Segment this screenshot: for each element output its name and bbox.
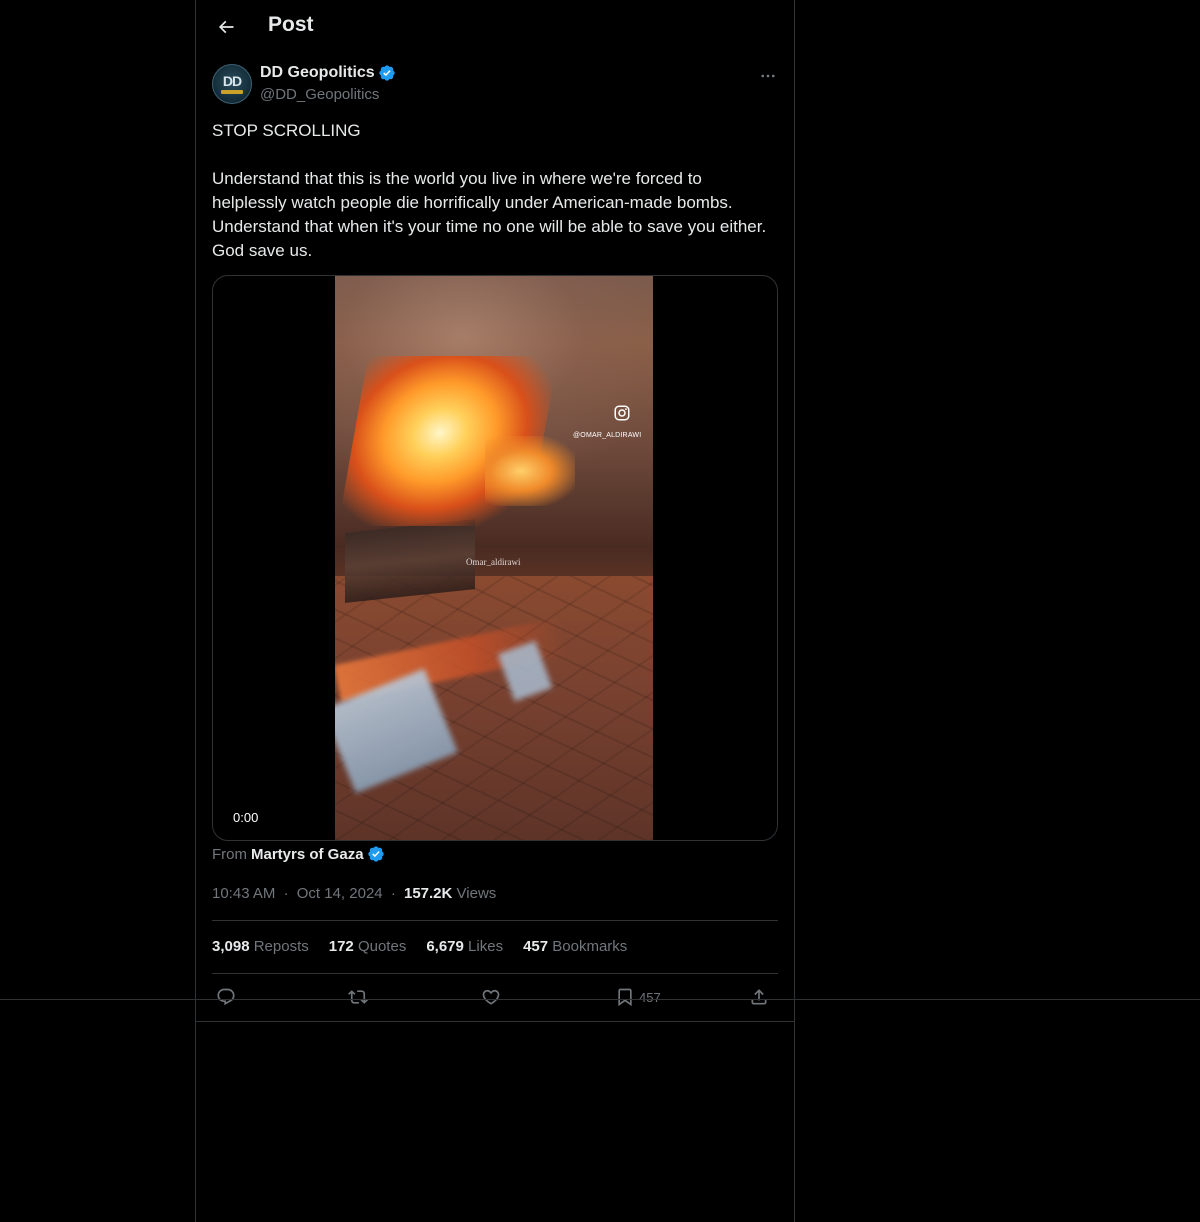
like-icon bbox=[482, 989, 500, 1005]
arrow-left-icon bbox=[218, 20, 234, 34]
bookmarks-label: Bookmarks bbox=[552, 938, 628, 955]
instagram-handle-overlay: @OMAR_ALDIRAWI bbox=[573, 432, 642, 439]
bookmark-count: 457 bbox=[639, 989, 661, 1005]
video-fire-secondary bbox=[485, 436, 575, 506]
video-timestamp: 0:00 bbox=[233, 810, 259, 825]
bookmarks-stat[interactable]: 457 Bookmarks bbox=[523, 938, 627, 955]
author-display-name[interactable]: DD Geopolitics bbox=[260, 64, 375, 82]
verified-badge-icon bbox=[379, 65, 395, 81]
reposts-stat[interactable]: 3,098 Reposts bbox=[212, 938, 309, 955]
video-frame[interactable]: @OMAR_ALDIRAWI Omar_aldirawi bbox=[335, 276, 653, 840]
post-text: STOP SCROLLING Understand that this is t… bbox=[212, 121, 767, 260]
bookmarks-count: 457 bbox=[523, 938, 549, 955]
views-label: Views bbox=[456, 885, 497, 902]
video-watermark: Omar_aldirawi bbox=[466, 557, 521, 567]
repost-icon bbox=[348, 990, 368, 1004]
post-stats: 3,098 Reposts 172 Quotes 6,679 Likes 457… bbox=[212, 938, 647, 955]
verified-badge-icon bbox=[367, 846, 384, 862]
instagram-icon bbox=[614, 405, 630, 421]
post-bottom-border bbox=[196, 1021, 794, 1022]
likes-count: 6,679 bbox=[426, 938, 464, 955]
video-player[interactable]: @OMAR_ALDIRAWI Omar_aldirawi 0:00 bbox=[212, 275, 778, 841]
quotes-stat[interactable]: 172 Quotes bbox=[329, 938, 407, 955]
post-time[interactable]: 10:43 AM bbox=[212, 885, 275, 902]
likes-label: Likes bbox=[468, 938, 504, 955]
avatar[interactable]: DD bbox=[212, 64, 252, 104]
quotes-count: 172 bbox=[328, 938, 354, 955]
more-options-button[interactable] bbox=[756, 64, 780, 88]
author-name-row[interactable]: DD Geopolitics bbox=[260, 64, 396, 82]
primary-column: Post DD DD Geopolitics @DD_Geopolitics S… bbox=[195, 0, 795, 1222]
more-icon bbox=[761, 74, 775, 78]
meta-separator: · bbox=[390, 885, 396, 902]
avatar-logo-text: DD bbox=[222, 73, 242, 89]
video-structure bbox=[345, 519, 475, 603]
divider bbox=[212, 973, 778, 974]
post-meta: 10:43 AM · Oct 14, 2024 · 157.2K Views bbox=[212, 885, 496, 902]
reposts-count: 3,098 bbox=[212, 938, 250, 955]
post-date[interactable]: Oct 14, 2024 bbox=[297, 885, 383, 902]
reply-icon bbox=[217, 988, 235, 1006]
quotes-label: Quotes bbox=[357, 938, 407, 955]
source-prefix: From bbox=[212, 845, 247, 863]
back-button[interactable] bbox=[208, 9, 244, 45]
divider bbox=[212, 920, 778, 921]
share-button[interactable] bbox=[749, 985, 769, 1009]
page-title: Post bbox=[268, 13, 314, 36]
page-header: Post bbox=[196, 0, 794, 54]
likes-stat[interactable]: 6,679 Likes bbox=[426, 938, 503, 955]
source-attribution: From Martyrs of Gaza bbox=[212, 845, 385, 863]
bookmark-button[interactable]: 457 bbox=[615, 985, 661, 1009]
meta-separator: · bbox=[283, 885, 289, 902]
reposts-label: Reposts bbox=[253, 938, 309, 955]
like-button[interactable] bbox=[481, 985, 501, 1009]
author-handle[interactable]: @DD_Geopolitics bbox=[260, 86, 379, 103]
avatar-logo-bar bbox=[221, 90, 243, 94]
bookmark-icon bbox=[618, 988, 632, 1007]
reply-button[interactable] bbox=[216, 985, 236, 1009]
action-bar: 457 bbox=[212, 985, 778, 1011]
repost-button[interactable] bbox=[348, 985, 368, 1009]
views-count: 157.2K bbox=[403, 885, 453, 902]
page-divider-line bbox=[0, 999, 1200, 1000]
share-icon bbox=[751, 989, 767, 1005]
source-name[interactable]: Martyrs of Gaza bbox=[251, 846, 364, 863]
